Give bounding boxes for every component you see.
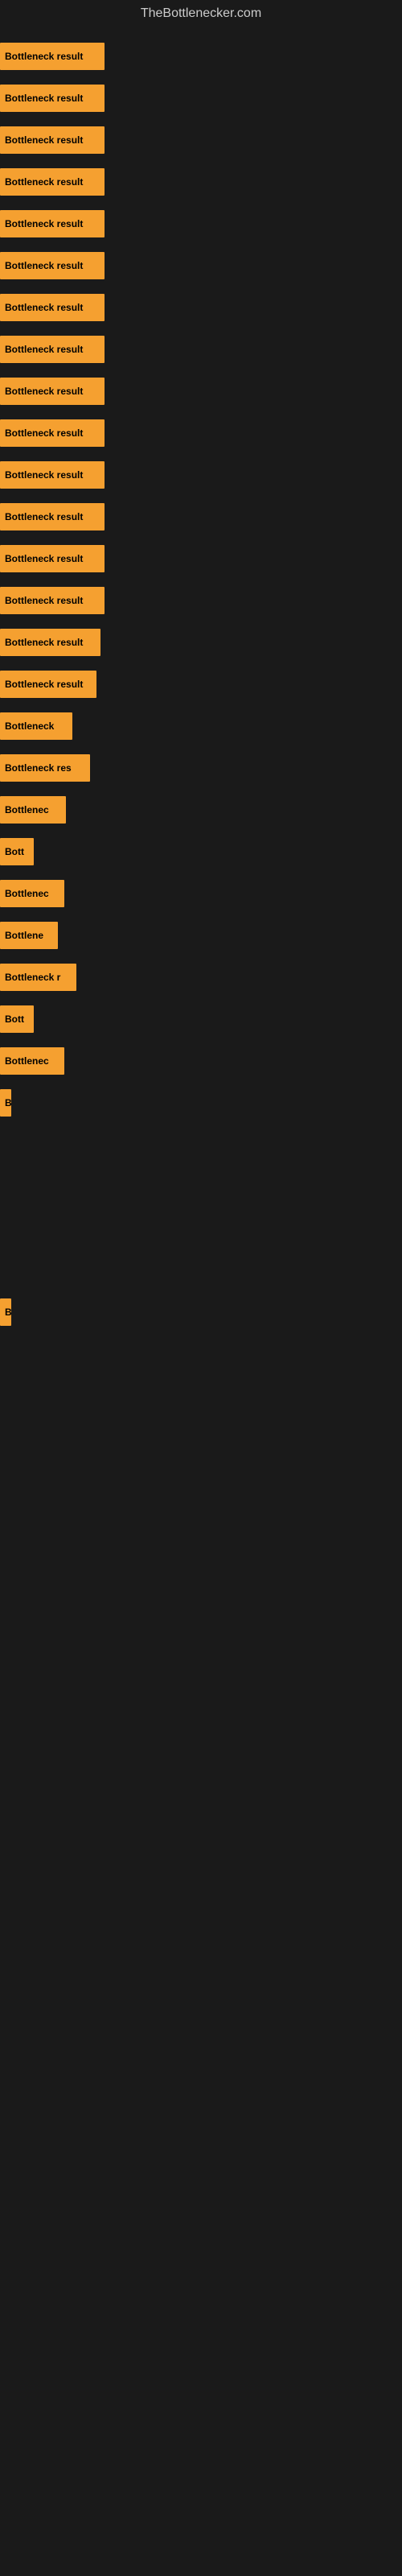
bottleneck-bar[interactable]: Bottlene [0,922,58,949]
bar-label: Bottleneck result [5,302,83,313]
bottleneck-bar[interactable]: Bottleneck [0,712,72,740]
bottleneck-bar[interactable]: Bottleneck result [0,252,105,279]
bar-row [0,1208,402,1249]
bottleneck-bar[interactable]: Bottleneck result [0,378,105,405]
bar-label: Bottleneck r [5,972,60,983]
bottleneck-bar[interactable]: Bottleneck result [0,545,105,572]
bar-row: Bottleneck [0,705,402,747]
bar-label: Bottleneck result [5,427,83,439]
bar-label: Bottleneck result [5,386,83,397]
bottleneck-bar[interactable]: Bottleneck result [0,587,105,614]
bar-label: Bottleneck result [5,595,83,606]
bar-row: Bott [0,998,402,1040]
bar-row [0,1501,402,1542]
bar-label: Bottleneck result [5,134,83,146]
bar-row: Bottleneck result [0,245,402,287]
bar-label: Bottlenec [5,1055,49,1067]
bar-label: Bott [5,1013,24,1025]
bar-label: Bottleneck result [5,176,83,188]
bar-label: B [5,1097,11,1108]
bar-row [0,1626,402,1668]
bar-row [0,1124,402,1166]
bar-row: Bottleneck result [0,538,402,580]
bar-row: Bottlenec [0,873,402,914]
bar-label: Bottleneck res [5,762,72,774]
bar-row: Bottleneck result [0,454,402,496]
bar-row: Bottleneck r [0,956,402,998]
bar-row: Bottleneck result [0,287,402,328]
bar-row [0,1542,402,1584]
bottleneck-bar[interactable]: Bott [0,1005,34,1033]
bar-row: Bottleneck result [0,370,402,412]
bar-row [0,1166,402,1208]
bar-label: Bottleneck result [5,511,83,522]
bar-label: Bottleneck result [5,344,83,355]
bar-row: Bottleneck res [0,747,402,789]
bar-label: Bottleneck result [5,637,83,648]
bars-container: Bottleneck result Bottleneck result Bottle… [0,27,402,1710]
bar-label: Bottleneck result [5,553,83,564]
bar-row: B [0,1291,402,1333]
bar-row: Bottleneck result [0,203,402,245]
bar-row: Bottlenec [0,1040,402,1082]
bar-row [0,1375,402,1417]
bar-label: Bottleneck result [5,93,83,104]
bar-row: Bottleneck result [0,412,402,454]
bar-label: B [5,1307,11,1318]
bar-row: Bott [0,831,402,873]
bar-row: Bottlene [0,914,402,956]
bar-row: Bottleneck result [0,35,402,77]
bar-row: B [0,1082,402,1124]
bar-row: Bottleneck result [0,580,402,621]
bottleneck-bar[interactable]: Bottleneck result [0,629,100,656]
bar-row: Bottleneck result [0,77,402,119]
bar-label: Bottleneck result [5,469,83,481]
bottleneck-bar[interactable]: Bottlenec [0,1047,64,1075]
bottleneck-bar[interactable]: Bottleneck result [0,336,105,363]
bar-row [0,1668,402,1710]
bottleneck-bar[interactable]: Bott [0,838,34,865]
bottleneck-bar[interactable]: Bottleneck r [0,964,76,991]
bottleneck-bar[interactable]: Bottleneck result [0,85,105,112]
bottleneck-bar[interactable]: Bottleneck result [0,419,105,447]
bottleneck-bar[interactable]: B [0,1298,11,1326]
bottleneck-bar[interactable]: Bottleneck result [0,43,105,70]
bottleneck-bar[interactable]: Bottleneck result [0,168,105,196]
bottleneck-bar[interactable]: Bottlenec [0,880,64,907]
bar-row: Bottlenec [0,789,402,831]
bottleneck-bar[interactable]: Bottleneck result [0,126,105,154]
bar-label: Bottlenec [5,804,49,815]
bar-label: Bottleneck result [5,218,83,229]
bar-label: Bottleneck result [5,260,83,271]
site-title: TheBottlenecker.com [0,0,402,27]
bar-row [0,1249,402,1291]
bar-row [0,1417,402,1459]
bar-row: Bottleneck result [0,161,402,203]
bar-label: Bottleneck result [5,679,83,690]
bar-row: Bottleneck result [0,621,402,663]
bar-label: Bottleneck result [5,51,83,62]
bottleneck-bar[interactable]: B [0,1089,11,1117]
bar-label: Bottleneck [5,720,54,732]
bar-row: Bottleneck result [0,328,402,370]
bar-row: Bottleneck result [0,119,402,161]
bar-row [0,1333,402,1375]
bar-row: Bottleneck result [0,496,402,538]
bottleneck-bar[interactable]: Bottleneck result [0,210,105,237]
bottleneck-bar[interactable]: Bottleneck res [0,754,90,782]
bar-row [0,1584,402,1626]
bar-label: Bottlene [5,930,43,941]
bottleneck-bar[interactable]: Bottleneck result [0,503,105,530]
bottleneck-bar[interactable]: Bottlenec [0,796,66,824]
bar-label: Bott [5,846,24,857]
bar-row [0,1459,402,1501]
bottleneck-bar[interactable]: Bottleneck result [0,294,105,321]
bottleneck-bar[interactable]: Bottleneck result [0,671,96,698]
bottleneck-bar[interactable]: Bottleneck result [0,461,105,489]
bar-row: Bottleneck result [0,663,402,705]
bar-label: Bottlenec [5,888,49,899]
